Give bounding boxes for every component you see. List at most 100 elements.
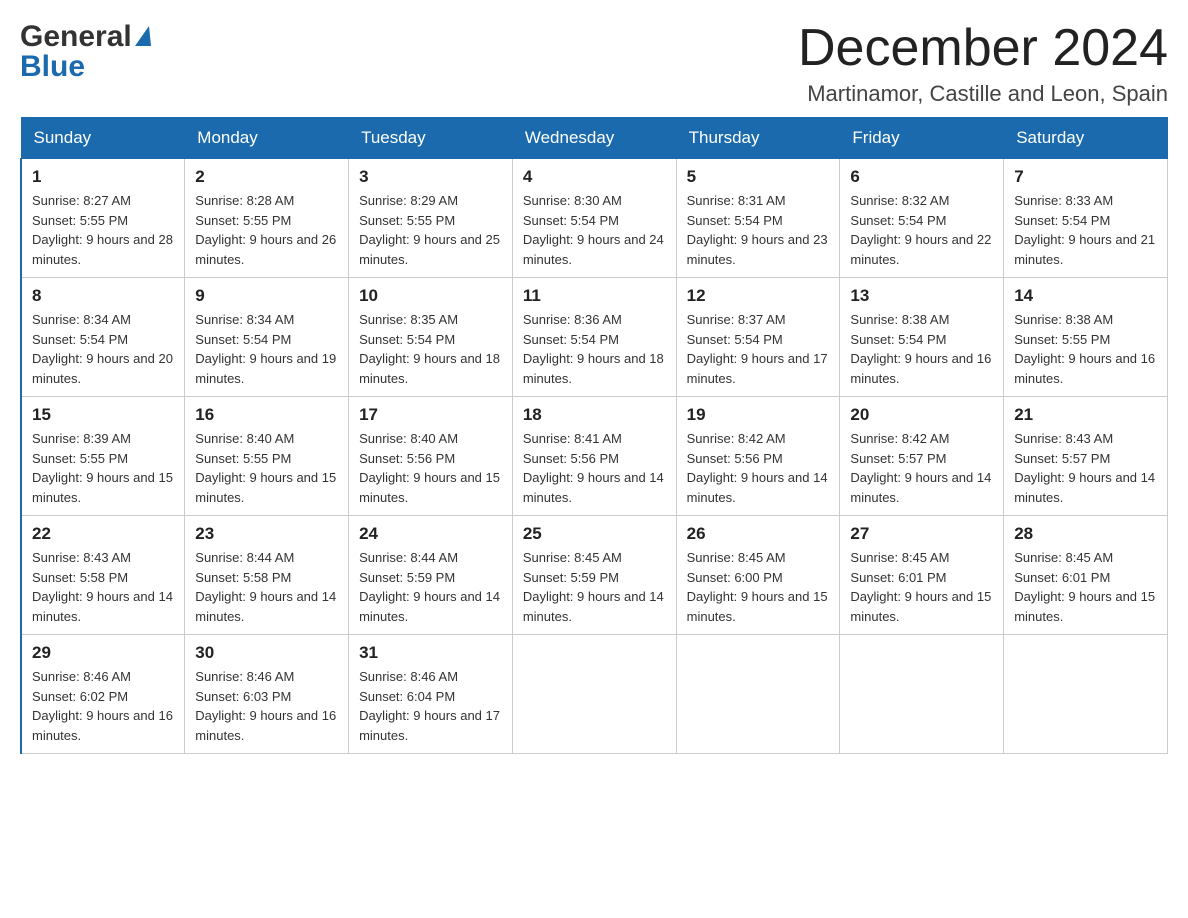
table-row: 4 Sunrise: 8:30 AM Sunset: 5:54 PM Dayli… <box>512 159 676 278</box>
col-tuesday: Tuesday <box>349 118 513 159</box>
page-header: General Blue December 2024 Martinamor, C… <box>20 20 1168 107</box>
table-row: 15 Sunrise: 8:39 AM Sunset: 5:55 PM Dayl… <box>21 397 185 516</box>
day-info: Sunrise: 8:29 AM Sunset: 5:55 PM Dayligh… <box>359 191 502 269</box>
table-row: 28 Sunrise: 8:45 AM Sunset: 6:01 PM Dayl… <box>1004 516 1168 635</box>
table-row: 2 Sunrise: 8:28 AM Sunset: 5:55 PM Dayli… <box>185 159 349 278</box>
logo-blue-text: Blue <box>20 50 85 84</box>
day-number: 20 <box>850 405 993 425</box>
col-friday: Friday <box>840 118 1004 159</box>
month-title: December 2024 <box>798 20 1168 77</box>
day-number: 11 <box>523 286 666 306</box>
table-row: 25 Sunrise: 8:45 AM Sunset: 5:59 PM Dayl… <box>512 516 676 635</box>
day-number: 5 <box>687 167 830 187</box>
day-number: 24 <box>359 524 502 544</box>
table-row: 29 Sunrise: 8:46 AM Sunset: 6:02 PM Dayl… <box>21 635 185 754</box>
table-row: 26 Sunrise: 8:45 AM Sunset: 6:00 PM Dayl… <box>676 516 840 635</box>
day-number: 9 <box>195 286 338 306</box>
day-number: 10 <box>359 286 502 306</box>
day-number: 3 <box>359 167 502 187</box>
day-number: 16 <box>195 405 338 425</box>
table-row: 14 Sunrise: 8:38 AM Sunset: 5:55 PM Dayl… <box>1004 278 1168 397</box>
day-number: 23 <box>195 524 338 544</box>
day-info: Sunrise: 8:33 AM Sunset: 5:54 PM Dayligh… <box>1014 191 1157 269</box>
day-info: Sunrise: 8:46 AM Sunset: 6:03 PM Dayligh… <box>195 667 338 745</box>
table-row: 27 Sunrise: 8:45 AM Sunset: 6:01 PM Dayl… <box>840 516 1004 635</box>
table-row: 6 Sunrise: 8:32 AM Sunset: 5:54 PM Dayli… <box>840 159 1004 278</box>
day-info: Sunrise: 8:35 AM Sunset: 5:54 PM Dayligh… <box>359 310 502 388</box>
day-info: Sunrise: 8:45 AM Sunset: 6:01 PM Dayligh… <box>850 548 993 626</box>
col-monday: Monday <box>185 118 349 159</box>
table-row: 7 Sunrise: 8:33 AM Sunset: 5:54 PM Dayli… <box>1004 159 1168 278</box>
table-row: 13 Sunrise: 8:38 AM Sunset: 5:54 PM Dayl… <box>840 278 1004 397</box>
table-row: 9 Sunrise: 8:34 AM Sunset: 5:54 PM Dayli… <box>185 278 349 397</box>
day-number: 25 <box>523 524 666 544</box>
col-thursday: Thursday <box>676 118 840 159</box>
day-info: Sunrise: 8:38 AM Sunset: 5:54 PM Dayligh… <box>850 310 993 388</box>
table-row <box>676 635 840 754</box>
table-row: 12 Sunrise: 8:37 AM Sunset: 5:54 PM Dayl… <box>676 278 840 397</box>
day-info: Sunrise: 8:44 AM Sunset: 5:59 PM Dayligh… <box>359 548 502 626</box>
day-info: Sunrise: 8:46 AM Sunset: 6:04 PM Dayligh… <box>359 667 502 745</box>
day-number: 17 <box>359 405 502 425</box>
table-row: 22 Sunrise: 8:43 AM Sunset: 5:58 PM Dayl… <box>21 516 185 635</box>
day-number: 30 <box>195 643 338 663</box>
day-info: Sunrise: 8:44 AM Sunset: 5:58 PM Dayligh… <box>195 548 338 626</box>
col-wednesday: Wednesday <box>512 118 676 159</box>
day-info: Sunrise: 8:46 AM Sunset: 6:02 PM Dayligh… <box>32 667 174 745</box>
calendar-header-row: Sunday Monday Tuesday Wednesday Thursday… <box>21 118 1168 159</box>
day-info: Sunrise: 8:38 AM Sunset: 5:55 PM Dayligh… <box>1014 310 1157 388</box>
title-block: December 2024 Martinamor, Castille and L… <box>798 20 1168 107</box>
day-info: Sunrise: 8:32 AM Sunset: 5:54 PM Dayligh… <box>850 191 993 269</box>
col-saturday: Saturday <box>1004 118 1168 159</box>
day-number: 22 <box>32 524 174 544</box>
day-info: Sunrise: 8:45 AM Sunset: 5:59 PM Dayligh… <box>523 548 666 626</box>
table-row: 8 Sunrise: 8:34 AM Sunset: 5:54 PM Dayli… <box>21 278 185 397</box>
day-number: 21 <box>1014 405 1157 425</box>
table-row: 16 Sunrise: 8:40 AM Sunset: 5:55 PM Dayl… <box>185 397 349 516</box>
calendar-week-row: 15 Sunrise: 8:39 AM Sunset: 5:55 PM Dayl… <box>21 397 1168 516</box>
table-row: 18 Sunrise: 8:41 AM Sunset: 5:56 PM Dayl… <box>512 397 676 516</box>
col-sunday: Sunday <box>21 118 185 159</box>
table-row <box>512 635 676 754</box>
day-number: 31 <box>359 643 502 663</box>
day-info: Sunrise: 8:30 AM Sunset: 5:54 PM Dayligh… <box>523 191 666 269</box>
day-info: Sunrise: 8:42 AM Sunset: 5:57 PM Dayligh… <box>850 429 993 507</box>
table-row: 30 Sunrise: 8:46 AM Sunset: 6:03 PM Dayl… <box>185 635 349 754</box>
table-row: 19 Sunrise: 8:42 AM Sunset: 5:56 PM Dayl… <box>676 397 840 516</box>
day-number: 18 <box>523 405 666 425</box>
table-row <box>840 635 1004 754</box>
day-number: 6 <box>850 167 993 187</box>
day-number: 8 <box>32 286 174 306</box>
table-row: 20 Sunrise: 8:42 AM Sunset: 5:57 PM Dayl… <box>840 397 1004 516</box>
day-number: 28 <box>1014 524 1157 544</box>
day-info: Sunrise: 8:40 AM Sunset: 5:56 PM Dayligh… <box>359 429 502 507</box>
day-number: 26 <box>687 524 830 544</box>
day-info: Sunrise: 8:45 AM Sunset: 6:01 PM Dayligh… <box>1014 548 1157 626</box>
day-number: 19 <box>687 405 830 425</box>
calendar-table: Sunday Monday Tuesday Wednesday Thursday… <box>20 117 1168 754</box>
day-info: Sunrise: 8:40 AM Sunset: 5:55 PM Dayligh… <box>195 429 338 507</box>
day-info: Sunrise: 8:41 AM Sunset: 5:56 PM Dayligh… <box>523 429 666 507</box>
table-row: 23 Sunrise: 8:44 AM Sunset: 5:58 PM Dayl… <box>185 516 349 635</box>
day-number: 15 <box>32 405 174 425</box>
day-number: 7 <box>1014 167 1157 187</box>
day-info: Sunrise: 8:34 AM Sunset: 5:54 PM Dayligh… <box>195 310 338 388</box>
day-number: 13 <box>850 286 993 306</box>
day-info: Sunrise: 8:34 AM Sunset: 5:54 PM Dayligh… <box>32 310 174 388</box>
table-row: 24 Sunrise: 8:44 AM Sunset: 5:59 PM Dayl… <box>349 516 513 635</box>
logo: General Blue <box>20 20 151 84</box>
day-number: 27 <box>850 524 993 544</box>
day-number: 14 <box>1014 286 1157 306</box>
table-row: 31 Sunrise: 8:46 AM Sunset: 6:04 PM Dayl… <box>349 635 513 754</box>
logo-general-text: General <box>20 20 132 54</box>
day-number: 2 <box>195 167 338 187</box>
table-row: 1 Sunrise: 8:27 AM Sunset: 5:55 PM Dayli… <box>21 159 185 278</box>
day-number: 29 <box>32 643 174 663</box>
table-row: 11 Sunrise: 8:36 AM Sunset: 5:54 PM Dayl… <box>512 278 676 397</box>
calendar-week-row: 8 Sunrise: 8:34 AM Sunset: 5:54 PM Dayli… <box>21 278 1168 397</box>
calendar-week-row: 22 Sunrise: 8:43 AM Sunset: 5:58 PM Dayl… <box>21 516 1168 635</box>
table-row: 10 Sunrise: 8:35 AM Sunset: 5:54 PM Dayl… <box>349 278 513 397</box>
table-row: 17 Sunrise: 8:40 AM Sunset: 5:56 PM Dayl… <box>349 397 513 516</box>
logo-triangle-icon <box>135 26 151 46</box>
day-number: 12 <box>687 286 830 306</box>
